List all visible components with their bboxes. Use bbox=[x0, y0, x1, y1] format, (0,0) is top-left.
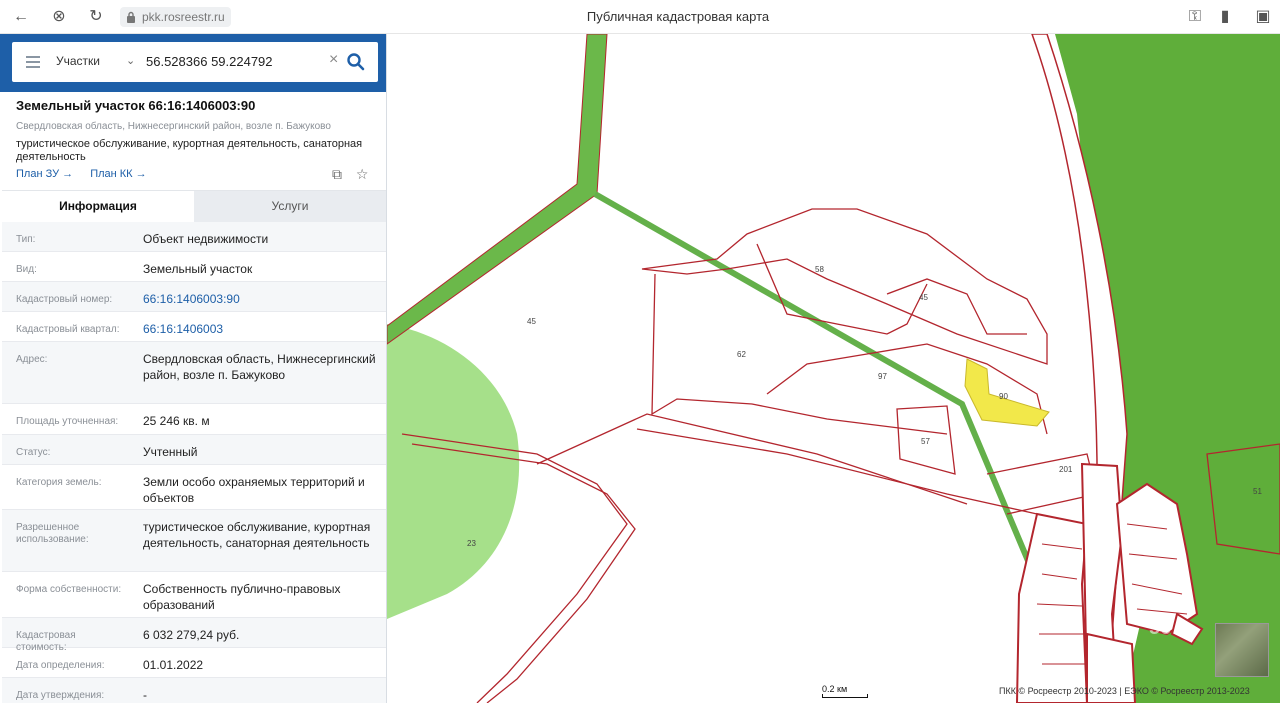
cadastral-number-link[interactable]: 66:16:1406003:90 bbox=[143, 291, 379, 307]
map-label: 51 bbox=[1253, 487, 1262, 496]
row-label: Площадь уточненная: bbox=[16, 416, 119, 427]
forest-area-west bbox=[387, 324, 520, 619]
scale-bar bbox=[822, 694, 868, 698]
table-row: Дата определения: 01.01.2022 bbox=[2, 648, 386, 678]
row-label: Статус: bbox=[16, 447, 51, 458]
clear-icon[interactable]: × bbox=[329, 51, 338, 69]
row-value: туристическое обслуживание, курортная де… bbox=[143, 520, 371, 550]
row-value: Земельный участок bbox=[143, 262, 253, 276]
cadastral-map[interactable]: 45 62 58 45 97 90 57 23 201 51 56 0.2 км… bbox=[387, 34, 1280, 703]
watermark-number: 56 bbox=[1149, 617, 1171, 639]
search-type-select[interactable]: Участки bbox=[56, 54, 100, 68]
map-label: 45 bbox=[919, 293, 928, 302]
url-text: pkk.rosreestr.ru bbox=[142, 10, 225, 24]
row-label: Дата утверждения: bbox=[16, 690, 105, 701]
tab-services[interactable]: Услуги bbox=[194, 191, 386, 222]
page-title: Публичная кадастровая карта bbox=[586, 9, 770, 24]
tabs-icon[interactable]: ▣ bbox=[1254, 8, 1272, 26]
plan-zu-link[interactable]: План ЗУ → bbox=[16, 168, 73, 180]
table-row: Площадь уточненная: 25 246 кв. м bbox=[2, 404, 386, 435]
table-row: Форма собственности: Собственность публи… bbox=[2, 572, 386, 618]
lock-icon bbox=[127, 11, 135, 23]
map-canvas[interactable]: 45 62 58 45 97 90 57 23 201 51 56 bbox=[387, 34, 1280, 703]
bookmark-icon[interactable]: ▮ bbox=[1216, 8, 1234, 26]
row-value: - bbox=[143, 688, 147, 702]
menu-icon[interactable] bbox=[26, 56, 40, 68]
plan-links: План ЗУ → План КК → bbox=[16, 168, 161, 180]
row-value: 01.01.2022 bbox=[143, 658, 204, 672]
parcel-title: Земельный участок 66:16:1406003:90 bbox=[16, 98, 256, 113]
table-row: Кадастровая стоимость: 6 032 279,24 руб. bbox=[2, 618, 386, 653]
map-label: 97 bbox=[878, 372, 887, 381]
stop-icon[interactable]: ⊗ bbox=[50, 8, 68, 26]
table-row: Тип: Объект недвижимости bbox=[2, 222, 386, 252]
row-label: Вид: bbox=[16, 264, 37, 275]
search-box: Участки ⌄ 56.528366 59.224792 × bbox=[12, 42, 378, 82]
star-icon[interactable]: ☆ bbox=[356, 166, 369, 182]
row-label: Разрешенное использование: bbox=[16, 522, 89, 545]
map-label: 90 bbox=[999, 392, 1008, 401]
row-value: Земли особо охраняемых территорий и объе… bbox=[143, 475, 365, 505]
plan-kk-link[interactable]: План КК → bbox=[90, 168, 146, 180]
map-label: 62 bbox=[737, 350, 746, 359]
search-input[interactable]: 56.528366 59.224792 bbox=[146, 54, 273, 69]
table-row: Вид: Земельный участок bbox=[2, 252, 386, 282]
table-row: Разрешенное использование: туристическое… bbox=[2, 510, 386, 572]
basemap-switcher[interactable] bbox=[1215, 623, 1269, 677]
map-attribution: ПКК © Росреестр 2010-2023 | ЕЭКО © Росре… bbox=[999, 686, 1250, 696]
row-label: Тип: bbox=[16, 234, 36, 245]
table-row: Кадастровый номер: 66:16:1406003:90 bbox=[2, 282, 386, 312]
map-label: 23 bbox=[467, 539, 476, 548]
table-row: Адрес: Свердловская область, Нижнесергин… bbox=[2, 342, 386, 404]
row-label: Адрес: bbox=[16, 354, 48, 365]
row-label: Категория земель: bbox=[16, 477, 102, 488]
row-label: Кадастровый квартал: bbox=[16, 324, 120, 335]
chevron-down-icon[interactable]: ⌄ bbox=[126, 54, 135, 67]
row-value: 25 246 кв. м bbox=[143, 414, 210, 428]
row-value: Собственность публично-правовых образова… bbox=[143, 582, 341, 612]
row-value: 6 032 279,24 руб. bbox=[143, 628, 240, 642]
parcel-location: Свердловская область, Нижнесергинский ра… bbox=[16, 121, 331, 132]
table-row: Статус: Учтенный bbox=[2, 435, 386, 465]
parcel-actions: ⧉ ☆ bbox=[332, 166, 378, 183]
info-panel: Участки ⌄ 56.528366 59.224792 × ‹ Земель… bbox=[0, 34, 387, 703]
share-icon[interactable]: ⧉ bbox=[332, 166, 342, 182]
search-band: Участки ⌄ 56.528366 59.224792 × ‹ bbox=[0, 34, 386, 92]
search-icon[interactable] bbox=[346, 52, 366, 72]
info-table: Тип: Объект недвижимости Вид: Земельный … bbox=[2, 222, 386, 703]
map-label: 201 bbox=[1059, 465, 1073, 474]
scale-label: 0.2 км bbox=[822, 684, 848, 694]
row-value: Учтенный bbox=[143, 445, 198, 459]
parcel-use: туристическое обслуживание, курортная де… bbox=[16, 138, 363, 163]
browser-toolbar: ← ⊗ ↻ pkk.rosreestr.ru Публичная кадастр… bbox=[0, 0, 1280, 34]
map-label: 45 bbox=[527, 317, 536, 326]
green-corridor bbox=[387, 34, 608, 345]
row-label: Дата определения: bbox=[16, 660, 105, 671]
map-label: 57 bbox=[921, 437, 930, 446]
back-icon[interactable]: ← bbox=[12, 8, 30, 26]
tab-bar: Информация Услуги bbox=[2, 190, 386, 222]
parcel-header: Земельный участок 66:16:1406003:90 Сверд… bbox=[16, 98, 376, 164]
map-label: 58 bbox=[815, 265, 824, 274]
reload-icon[interactable]: ↻ bbox=[87, 8, 105, 26]
row-value: Свердловская область, Нижнесергинский ра… bbox=[143, 352, 376, 382]
tab-information[interactable]: Информация bbox=[2, 191, 194, 222]
cadastral-quarter-link[interactable]: 66:16:1406003 bbox=[143, 321, 379, 337]
row-value: Объект недвижимости bbox=[143, 232, 269, 246]
table-row: Дата утверждения: - bbox=[2, 678, 386, 703]
permissions-icon[interactable]: ⚿ bbox=[1186, 8, 1204, 26]
table-row: Кадастровый квартал: 66:16:1406003 bbox=[2, 312, 386, 342]
table-row: Категория земель: Земли особо охраняемых… bbox=[2, 465, 386, 510]
address-bar[interactable]: pkk.rosreestr.ru bbox=[120, 7, 231, 27]
row-label: Кадастровый номер: bbox=[16, 294, 113, 305]
row-label: Форма собственности: bbox=[16, 584, 122, 595]
